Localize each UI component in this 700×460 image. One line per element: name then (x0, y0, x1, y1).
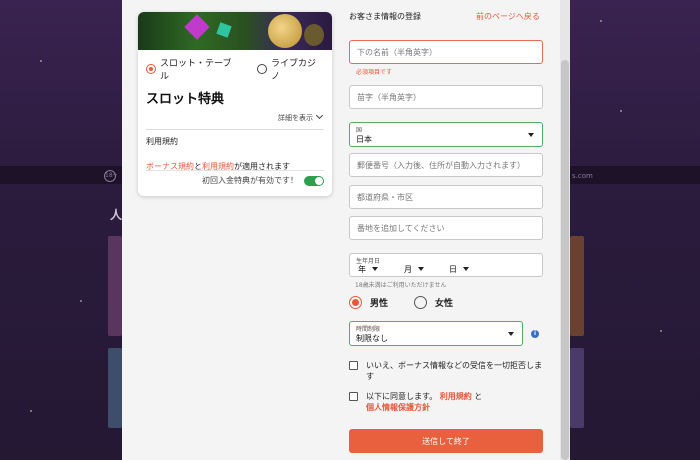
country-select[interactable]: 国 日本 (349, 122, 543, 147)
back-link[interactable]: 前のページへ戻る (476, 11, 540, 22)
background-section-title: 人 (110, 208, 123, 222)
dropdown-arrow-icon (372, 267, 378, 271)
first-name-error: 必須項目です (356, 69, 393, 76)
postal-code-field[interactable]: 郵便番号（入力後、住所が自動入力されます） (349, 153, 543, 177)
time-limit-select[interactable]: 時間制限 制限なし (349, 321, 523, 346)
last-name-placeholder: 苗字（半角英字） (357, 92, 421, 102)
background-star (40, 60, 42, 62)
radio-male-label[interactable]: 男性 (370, 296, 388, 309)
bonus-title: スロット特典 (146, 92, 225, 107)
divider (146, 170, 324, 171)
agreement-checkbox[interactable] (349, 392, 358, 401)
first-deposit-toggle[interactable] (304, 175, 324, 186)
game-type-selector: スロット・テーブル ライブカジノ (138, 50, 332, 82)
first-name-field[interactable]: 下の名前（半角英字） (349, 40, 543, 64)
dob-year-select[interactable]: 年 (358, 264, 378, 275)
background-game-tile (108, 348, 122, 428)
date-of-birth-field: 生年月日 年 月 日 (349, 253, 543, 277)
first-deposit-label: 初回入金特典が有効です！ (202, 176, 298, 185)
dob-day-select[interactable]: 日 (449, 264, 469, 275)
dropdown-arrow-icon (508, 332, 514, 336)
bonus-card: スロット・テーブル ライブカジノ スロット特典 詳細を表示 利用規約 ボーナス規… (138, 12, 332, 196)
agreement-prefix: 以下に同意します。 (366, 392, 438, 401)
radio-male[interactable] (349, 296, 362, 309)
agreement-terms-link[interactable]: 利用規約 (440, 392, 472, 401)
opt-out-label[interactable]: いいえ、ボーナス情報などの受信を一切拒否します (366, 360, 549, 382)
first-name-placeholder: 下の名前（半角英字） (357, 47, 437, 57)
age-restriction-icon: 18+ (104, 170, 118, 182)
radio-live-casino[interactable] (257, 64, 268, 74)
dropdown-arrow-icon (463, 267, 469, 271)
background-star (660, 330, 662, 332)
country-value: 日本 (356, 135, 372, 144)
info-icon[interactable]: i (531, 330, 539, 338)
address-field[interactable]: 番地を追加してください (349, 216, 543, 240)
dob-month-select[interactable]: 月 (404, 264, 424, 275)
background-site-text: s.com (572, 172, 593, 180)
postal-code-placeholder: 郵便番号（入力後、住所が自動入力されます） (357, 160, 525, 170)
background-star (600, 20, 602, 22)
first-deposit-row: 初回入金特典が有効です！ (138, 175, 332, 186)
dropdown-arrow-icon (418, 267, 424, 271)
background-star (620, 110, 622, 112)
opt-out-row: いいえ、ボーナス情報などの受信を一切拒否します (349, 360, 549, 382)
radio-live-casino-label[interactable]: ライブカジノ (271, 56, 324, 82)
gender-selector: 男性 女性 (349, 296, 453, 309)
dob-day-label: 日 (449, 265, 457, 274)
opt-out-checkbox[interactable] (349, 361, 358, 370)
background-star (30, 410, 32, 412)
last-name-field[interactable]: 苗字（半角英字） (349, 85, 543, 109)
prefecture-placeholder: 都道府県・市区 (357, 192, 413, 202)
time-limit-label: 時間制限 (356, 326, 381, 333)
dob-hint: 18歳未満はご利用いただけません (355, 282, 447, 289)
gem-icon (216, 22, 232, 38)
radio-slot-table-label[interactable]: スロット・テーブル (160, 56, 239, 82)
background-game-tile (570, 236, 584, 336)
address-placeholder: 番地を追加してください (357, 223, 445, 233)
agreement-label: 以下に同意します。 利用規約 と 個人情報保護方針 (366, 391, 482, 413)
bonus-banner-image (138, 12, 332, 50)
modal-scrollbar-thumb[interactable] (561, 60, 569, 460)
prefecture-field[interactable]: 都道府県・市区 (349, 185, 543, 209)
privacy-policy-link[interactable]: 個人情報保護方針 (366, 403, 430, 412)
background-star (80, 300, 82, 302)
dropdown-arrow-icon (528, 133, 534, 137)
form-heading: お客さま情報の登録 (349, 12, 421, 21)
terms-text: ボーナス規約と利用規約が適用されます (138, 147, 332, 172)
show-details-label: 詳細を表示 (278, 114, 313, 122)
country-label: 国 (356, 127, 363, 134)
terms-heading: 利用規約 (146, 137, 178, 146)
dob-month-label: 月 (404, 265, 412, 274)
chevron-down-icon (315, 111, 324, 120)
coin-icon (268, 14, 302, 48)
coin-icon (304, 24, 324, 46)
agreement-row: 以下に同意します。 利用規約 と 個人情報保護方針 (349, 391, 549, 413)
radio-slot-table[interactable] (146, 64, 156, 74)
show-details-button[interactable]: 詳細を表示 (138, 107, 332, 123)
background-game-tile (108, 236, 122, 336)
radio-female-label[interactable]: 女性 (435, 296, 453, 309)
dob-year-label: 年 (358, 265, 366, 274)
agreement-connector: と (474, 392, 483, 401)
gem-icon (184, 14, 210, 40)
divider (146, 129, 324, 130)
background-game-tile (570, 348, 584, 428)
radio-female[interactable] (414, 296, 428, 309)
submit-button[interactable]: 送信して終了 (349, 429, 543, 453)
time-limit-value: 制限なし (356, 334, 388, 343)
